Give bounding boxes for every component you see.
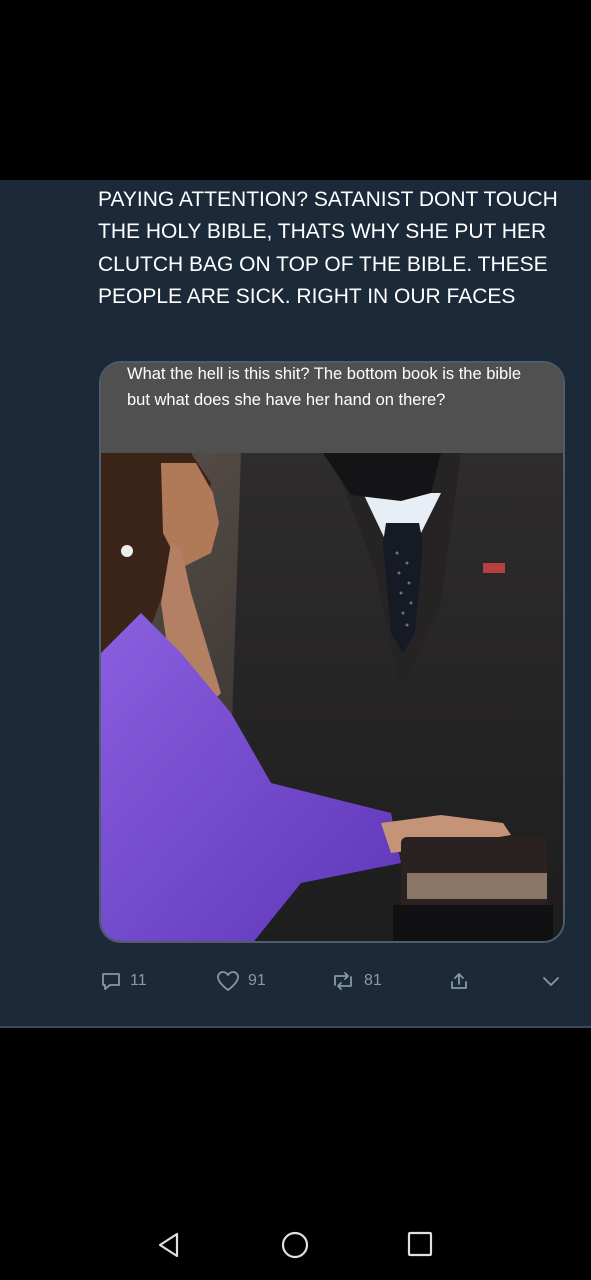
back-triangle-icon	[158, 1232, 179, 1258]
recents-button[interactable]	[407, 1231, 433, 1262]
share-button[interactable]	[449, 970, 469, 992]
home-circle-icon	[281, 1231, 309, 1259]
media-photo	[101, 453, 563, 941]
android-nav-bar	[0, 1205, 591, 1280]
more-button[interactable]	[540, 970, 562, 992]
reply-button[interactable]: 11	[100, 970, 147, 992]
reply-icon	[102, 973, 120, 990]
media-caption-bar: What the hell is this shit? The bottom b…	[101, 363, 563, 453]
pearl-earring	[121, 545, 133, 557]
bible-lower-cover	[393, 905, 553, 941]
tweet-divider	[0, 1026, 591, 1028]
recents-square-icon	[407, 1231, 433, 1257]
home-button[interactable]	[281, 1231, 309, 1264]
reply-count: 11	[130, 972, 147, 989]
tweet-media[interactable]: What the hell is this shit? The bottom b…	[99, 361, 565, 943]
retweet-button[interactable]: 81	[330, 970, 382, 992]
bible-pages	[407, 873, 547, 899]
retweet-icon	[334, 972, 352, 990]
tweet-card[interactable]: PAYING ATTENTION? SATANIST DONT TOUCH TH…	[0, 180, 591, 1028]
media-caption-text: What the hell is this shit? The bottom b…	[127, 365, 522, 409]
like-count: 91	[248, 972, 266, 989]
like-button[interactable]: 91	[216, 970, 266, 992]
tweet-text: PAYING ATTENTION? SATANIST DONT TOUCH TH…	[98, 188, 558, 309]
flag-pin	[483, 563, 505, 573]
back-button[interactable]	[155, 1231, 183, 1264]
retweet-count: 81	[364, 972, 382, 989]
tweet-actions: 11 91 81	[0, 970, 591, 1000]
chevron-down-icon	[543, 977, 559, 986]
share-icon	[451, 973, 467, 989]
heart-icon	[217, 971, 239, 991]
